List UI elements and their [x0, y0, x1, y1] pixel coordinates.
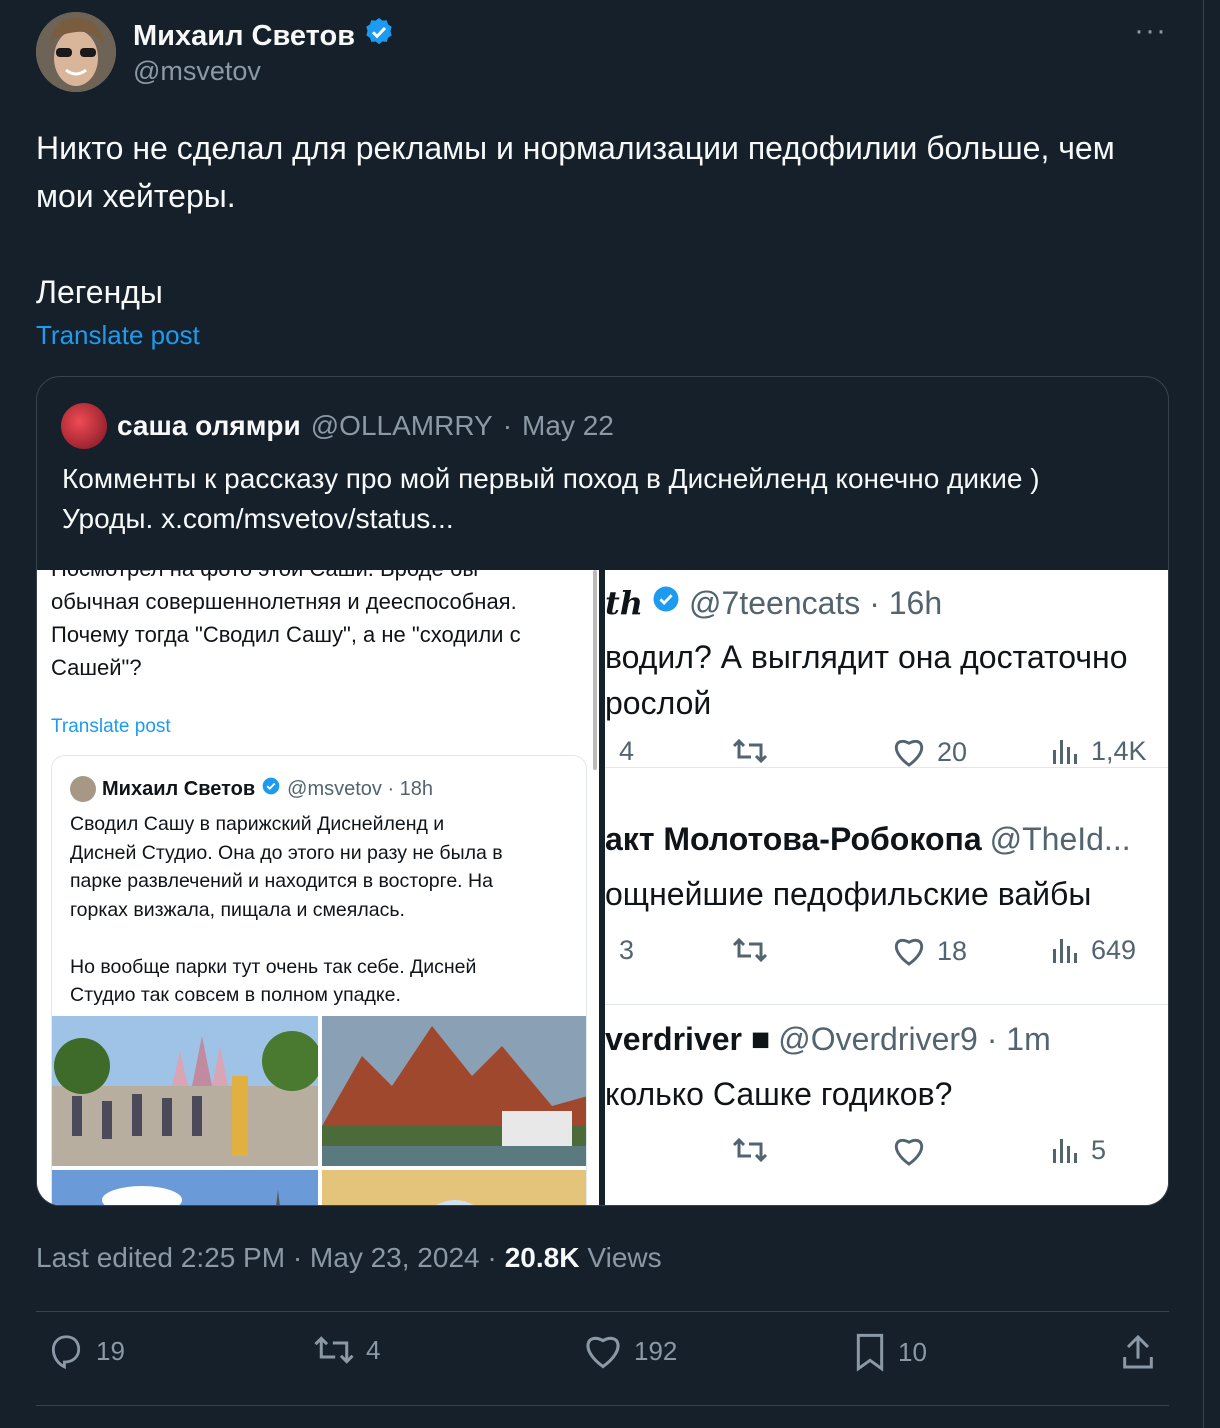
quote-separator: · [502, 410, 513, 441]
reply-views: 5 [1051, 1135, 1106, 1166]
screenshot-right: th @7teencats · 16h водил? А выглядит он… [605, 570, 1168, 1205]
reply-replies: 3 [619, 935, 634, 966]
quote-author-handle[interactable]: @OLLAMRRY [311, 410, 493, 442]
scrollbar [593, 570, 597, 770]
reply-likes-count: 18 [937, 935, 968, 966]
reply-item: th @7teencats · 16h водил? А выглядит он… [605, 570, 1168, 768]
views-icon [1053, 739, 1077, 764]
reply-button[interactable]: 19 [46, 1332, 125, 1370]
repost-count: 4 [366, 1334, 381, 1365]
reply-repost-icon [731, 1135, 769, 1165]
views-count: 20.8K [504, 1242, 580, 1273]
reply-replies: 4 [619, 736, 634, 767]
inner-tweet-text: Сводил Сашу в парижский Диснейленд и Дис… [70, 813, 503, 1006]
like-count: 192 [634, 1335, 678, 1366]
reply-views-count: 5 [1091, 1135, 1107, 1165]
views-label: Views [587, 1242, 662, 1273]
reply-repost-icon [731, 736, 769, 766]
reply-actions: 4 20 1,4K [605, 736, 1168, 776]
reply-text: колько Сашке годиков? [605, 1076, 953, 1112]
translate-post-link[interactable]: Translate post [36, 320, 200, 351]
author-name-text[interactable]: Михаил Светов [133, 20, 355, 53]
bookmark-button[interactable]: 10 [852, 1332, 927, 1372]
reply-verified-icon [651, 584, 681, 622]
views-icon [1053, 938, 1077, 963]
author-handle[interactable]: @msvetov [133, 56, 261, 87]
screenshot-left: Посмотрел на фото этой Саши. Вроде бы об… [37, 570, 599, 1205]
tweet-text: Никто не сделал для рекламы и нормализац… [36, 130, 1115, 310]
reply-actions: 3 18 649 [605, 935, 1168, 975]
heart-icon [895, 740, 923, 767]
reply-likes [891, 1135, 927, 1167]
divider [36, 1405, 1169, 1406]
heart-icon [895, 1139, 923, 1166]
reply-text: ощнейшие педофильские вайбы [605, 876, 1092, 912]
author-name[interactable]: Михаил Светов [133, 16, 395, 56]
photo-sky-castle [52, 1170, 318, 1205]
reply-views-count: 1,4K [1091, 736, 1147, 766]
reply-likes: 20 [891, 736, 967, 768]
reply-item: акт Молотова-Робокопа @TheId... ощнейшие… [605, 807, 1168, 1005]
inner-author-meta: @msvetov · 18h [287, 777, 434, 800]
reply-replies-count: 3 [619, 935, 635, 965]
reply-text: водил? А выглядит она достаточно рослой [605, 639, 1128, 721]
inner-verified-icon [261, 776, 281, 802]
more-options-icon[interactable]: ··· [1134, 14, 1167, 48]
divider [36, 1311, 1169, 1312]
share-icon [1123, 1334, 1153, 1369]
heart-icon [895, 939, 923, 966]
reply-likes-count: 20 [937, 736, 968, 767]
reply-likes: 18 [891, 935, 967, 967]
reply-header: th @7teencats · 16h [605, 584, 942, 622]
screenshot-translate-link: Translate post [51, 716, 171, 737]
reply-meta: @7teencats · 16h [689, 584, 943, 621]
like-button[interactable]: 192 [582, 1332, 677, 1370]
repost-button[interactable]: 4 [312, 1332, 380, 1368]
bookmark-count: 10 [898, 1336, 927, 1367]
inner-avatar [70, 776, 96, 802]
photo-arch [322, 1170, 586, 1205]
reply-count: 19 [96, 1335, 125, 1366]
avatar[interactable] [36, 12, 116, 92]
photo-thunder-mountain [322, 1016, 586, 1166]
quote-header: саша олямри @OLLAMRRY · May 22 [61, 403, 614, 449]
reply-views: 649 [1051, 935, 1136, 966]
reply-author-name: th [605, 584, 644, 622]
inner-author-name: Михаил Светов [102, 777, 256, 800]
reply-meta: @Overdriver9 · 1m [778, 1021, 1051, 1057]
quoted-tweet[interactable]: саша олямри @OLLAMRRY · May 22 Комменты … [36, 376, 1169, 1206]
reply-author-name: акт Молотова-Робокопа [605, 821, 982, 857]
reply-item: verdriver ■ @Overdriver9 · 1m колько Саш… [605, 1007, 1168, 1205]
bookmark-icon [856, 1333, 884, 1372]
reply-header: акт Молотова-Робокопа @TheId... [605, 821, 1131, 858]
reply-repost-icon [731, 935, 769, 965]
screenshot-left-text: Посмотрел на фото этой Саши. Вроде бы об… [51, 570, 521, 680]
quote-date[interactable]: May 22 [522, 410, 614, 442]
reply-views-count: 649 [1091, 935, 1137, 965]
reply-meta: @TheId... [989, 821, 1131, 857]
reply-views: 1,4K [1051, 736, 1147, 767]
quote-author-name[interactable]: саша олямри [117, 410, 301, 442]
views-icon [1053, 1138, 1077, 1163]
action-bar: 19 4 192 10 [36, 1332, 1169, 1388]
heart-icon [586, 1336, 620, 1369]
inner-photos [52, 1016, 586, 1205]
inner-tweet-header: Михаил Светов @msvetov · 18h [70, 776, 433, 802]
reply-icon [51, 1335, 81, 1370]
verified-badge-icon [363, 16, 395, 56]
edited-timestamp[interactable]: Last edited 2:25 PM · May 23, 2024 · [36, 1242, 497, 1274]
tweet-detail: Михаил Светов @msvetov ··· Никто не сдел… [0, 0, 1204, 1428]
reply-author-name: verdriver ■ [605, 1021, 771, 1057]
quote-avatar[interactable] [61, 403, 107, 449]
photo-park-crowd [52, 1016, 318, 1166]
quote-media[interactable]: Посмотрел на фото этой Саши. Вроде бы об… [37, 570, 1168, 1205]
tweet-meta: Last edited 2:25 PM · May 23, 2024 · 20.… [36, 1242, 662, 1274]
reply-actions: 5 [605, 1135, 1168, 1175]
reply-header: verdriver ■ @Overdriver9 · 1m [605, 1021, 1051, 1058]
share-button[interactable] [1118, 1332, 1158, 1372]
quote-text: Комменты к рассказу про мой первый поход… [62, 463, 1040, 534]
reply-replies-count: 4 [619, 736, 635, 766]
repost-icon [314, 1336, 354, 1364]
screenshot-inner-tweet: Михаил Светов @msvetov · 18h Сводил Сашу… [51, 755, 587, 1205]
